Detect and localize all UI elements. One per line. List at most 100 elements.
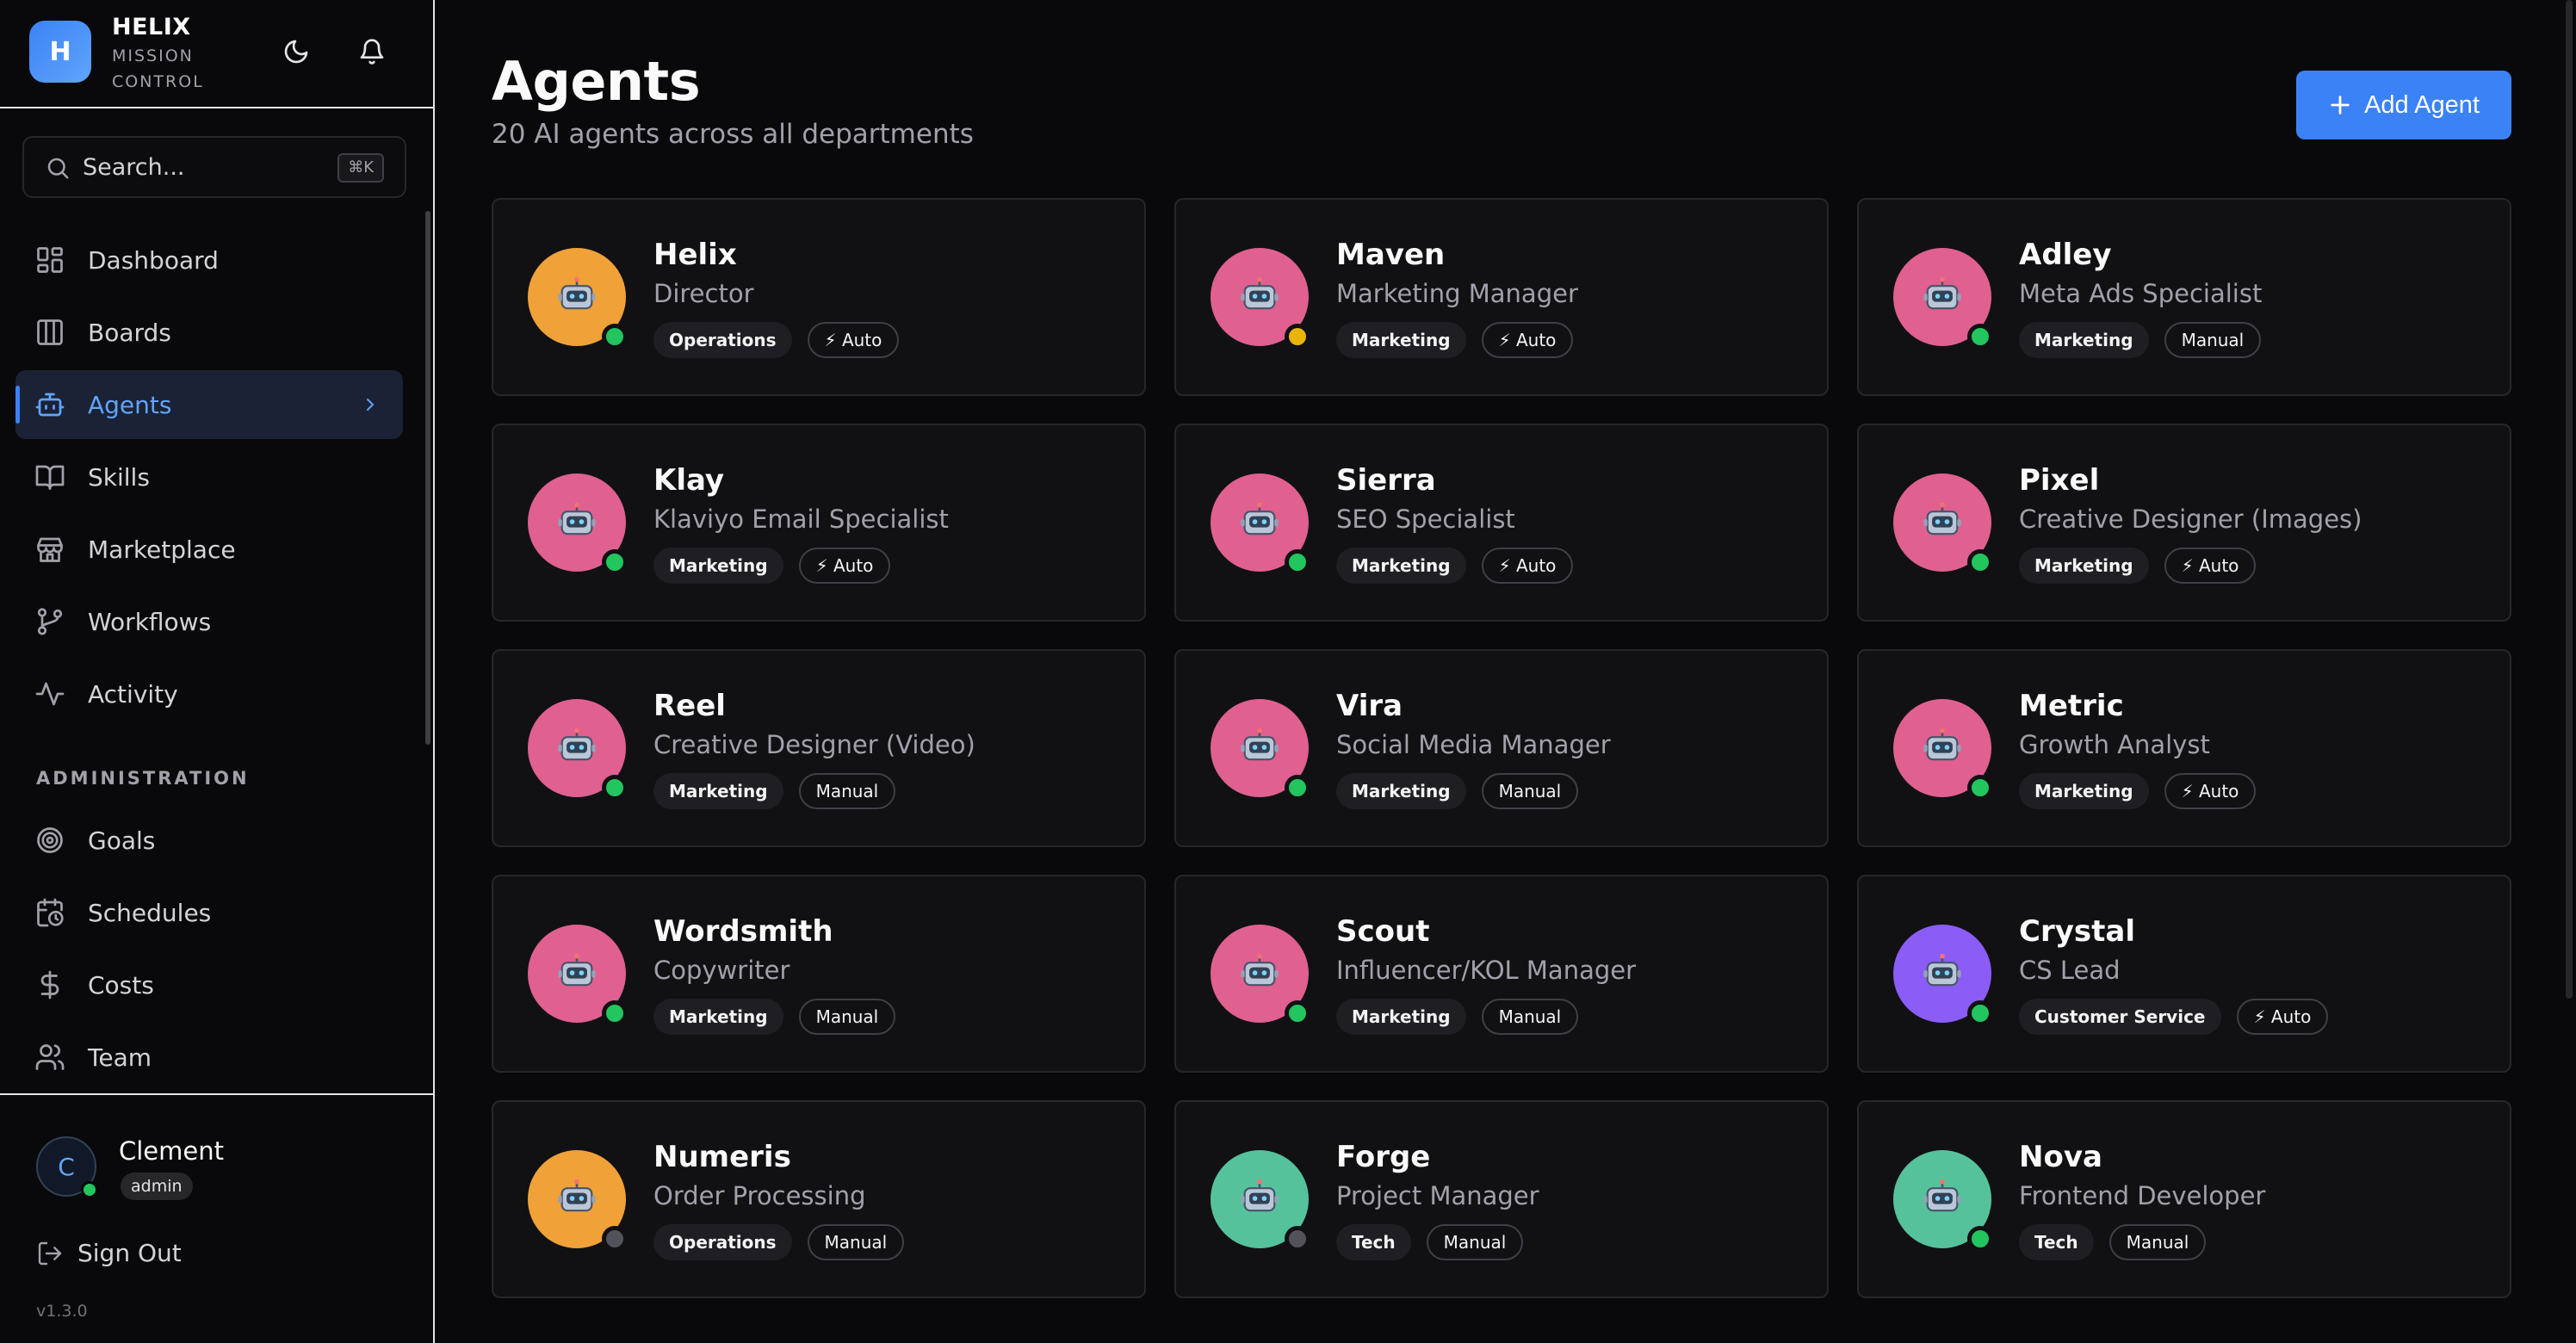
agent-card[interactable]: Sierra SEO Specialist Marketing ⚡ Auto <box>1174 424 1829 622</box>
mode-badge: ⚡ Auto <box>1481 548 1574 584</box>
agent-card[interactable]: Metric Growth Analyst Marketing ⚡ Auto <box>1857 649 2511 847</box>
nav-item-costs[interactable]: Costs <box>15 950 403 1019</box>
agent-name: Crystal <box>2019 914 2135 949</box>
columns-icon <box>34 317 65 348</box>
nav-label: Schedules <box>88 898 212 927</box>
main-content: Agents 20 AI agents across all departmen… <box>435 0 2576 1343</box>
moon-icon[interactable] <box>281 36 312 67</box>
agent-card[interactable]: Adley Meta Ads Specialist Marketing Manual <box>1857 198 2511 396</box>
robot-icon <box>554 724 599 772</box>
nav-item-team[interactable]: Team <box>15 1023 403 1092</box>
department-badge: Marketing <box>1336 999 1466 1035</box>
nav-label: Costs <box>88 970 154 1000</box>
nav-item-goals[interactable]: Goals <box>15 806 403 875</box>
department-badge: Marketing <box>1336 773 1466 809</box>
nav-item-workflows[interactable]: Workflows <box>15 587 403 656</box>
brand-subtitle: MISSION CONTROL <box>112 46 204 91</box>
department-badge: Operations <box>653 1224 792 1260</box>
agent-role: Director <box>653 279 754 308</box>
status-dot <box>1967 775 1993 801</box>
robot-icon <box>1237 498 1282 547</box>
sidebar-scrollbar[interactable] <box>425 211 430 745</box>
agent-card[interactable]: Pixel Creative Designer (Images) Marketing… <box>1857 424 2511 622</box>
agent-tags: Tech Manual <box>2019 1224 2207 1260</box>
robot-icon <box>554 498 599 547</box>
bell-icon[interactable] <box>356 36 387 67</box>
agent-role: SEO Specialist <box>1336 504 1515 534</box>
store-icon <box>34 534 65 565</box>
agent-card[interactable]: Forge Project Manager Tech Manual <box>1174 1100 1829 1298</box>
department-badge: Marketing <box>2019 548 2149 584</box>
agent-card[interactable]: Reel Creative Designer (Video) Marketing Ma… <box>492 649 1146 847</box>
nav-label: Boards <box>88 318 171 347</box>
nav-item-schedules[interactable]: Schedules <box>15 878 403 947</box>
agent-card[interactable]: Helix Director Operations ⚡ Auto <box>492 198 1146 396</box>
add-agent-label: Add Agent <box>2364 90 2480 119</box>
agent-role: Project Manager <box>1336 1181 1539 1210</box>
robot-icon <box>1920 724 1965 772</box>
nav-item-activity[interactable]: Activity <box>15 659 403 728</box>
users-icon <box>34 1042 65 1073</box>
dashboard-icon <box>34 244 65 275</box>
agent-name: Nova <box>2019 1140 2102 1174</box>
search-box[interactable]: ⌘K <box>22 136 406 198</box>
mode-badge: ⚡ Auto <box>1481 322 1574 358</box>
agent-card[interactable]: Numeris Order Processing Operations Manual <box>492 1100 1146 1298</box>
nav-item-marketplace[interactable]: Marketplace <box>15 515 403 584</box>
agent-tags: Marketing Manual <box>1336 773 1579 809</box>
mode-badge: Manual <box>807 1224 905 1260</box>
agent-role: Copywriter <box>653 956 790 985</box>
mode-badge: Manual <box>1481 999 1579 1035</box>
agent-card[interactable]: Wordsmith Copywriter Marketing Manual <box>492 875 1146 1073</box>
agent-name: Reel <box>653 689 726 723</box>
agent-name: Helix <box>653 238 737 272</box>
department-badge: Operations <box>653 322 792 358</box>
nav-item-dashboard[interactable]: Dashboard <box>15 226 403 294</box>
app-version: v1.3.0 <box>36 1302 88 1321</box>
agent-card[interactable]: Nova Frontend Developer Tech Manual <box>1857 1100 2511 1298</box>
user-panel: C Clement admin Sign Out v1.3.0 <box>0 1093 433 1343</box>
department-badge: Customer Service <box>2019 999 2221 1035</box>
agent-card[interactable]: Scout Influencer/KOL Manager Marketing Manu… <box>1174 875 1829 1073</box>
nav-label: Agents <box>88 390 172 419</box>
status-dot <box>602 324 628 350</box>
status-dot <box>1285 1000 1310 1026</box>
agent-role: Influencer/KOL Manager <box>1336 956 1637 985</box>
agent-name: Klay <box>653 463 725 498</box>
online-status-dot <box>81 1181 98 1198</box>
agent-tags: Marketing Manual <box>2019 322 2262 358</box>
mode-badge: ⚡ Auto <box>2236 999 2329 1035</box>
user-role-badge: admin <box>121 1173 193 1200</box>
sign-out-button[interactable]: Sign Out <box>36 1240 182 1267</box>
status-dot <box>1967 1000 1993 1026</box>
robot-icon <box>1237 1175 1282 1223</box>
status-dot <box>1967 549 1993 575</box>
page-scrollbar[interactable] <box>2566 0 2573 999</box>
agent-tags: Tech Manual <box>1336 1224 1524 1260</box>
agent-role: Klaviyo Email Specialist <box>653 504 949 534</box>
workflow-icon <box>34 606 65 637</box>
add-agent-button[interactable]: Add Agent <box>2296 71 2511 139</box>
search-input[interactable] <box>83 138 341 196</box>
brand-logo[interactable]: H <box>29 21 91 83</box>
agent-card[interactable]: Vira Social Media Manager Marketing Manual <box>1174 649 1829 847</box>
agent-name: Scout <box>1336 914 1430 949</box>
agent-card[interactable]: Crystal CS Lead Customer Service ⚡ Auto <box>1857 875 2511 1073</box>
status-dot <box>1967 1226 1993 1252</box>
search-icon <box>45 155 71 181</box>
robot-icon <box>554 1175 599 1223</box>
agent-tags: Marketing Manual <box>653 773 896 809</box>
chevron-right-icon <box>360 394 381 415</box>
agent-card[interactable]: Maven Marketing Manager Marketing ⚡ Auto <box>1174 198 1829 396</box>
nav-item-skills[interactable]: Skills <box>15 443 403 511</box>
department-badge: Marketing <box>653 773 783 809</box>
nav-item-boards[interactable]: Boards <box>15 298 403 367</box>
mode-badge: ⚡ Auto <box>2164 548 2257 584</box>
agent-role: Growth Analyst <box>2019 730 2210 759</box>
agent-card[interactable]: Klay Klaviyo Email Specialist Marketing ⚡ A… <box>492 424 1146 622</box>
robot-icon <box>1920 1175 1965 1223</box>
mode-badge: ⚡ Auto <box>2164 773 2257 809</box>
agent-tags: Marketing Manual <box>653 999 896 1035</box>
nav-item-agents[interactable]: Agents <box>15 370 403 439</box>
sign-out-label: Sign Out <box>77 1239 182 1267</box>
